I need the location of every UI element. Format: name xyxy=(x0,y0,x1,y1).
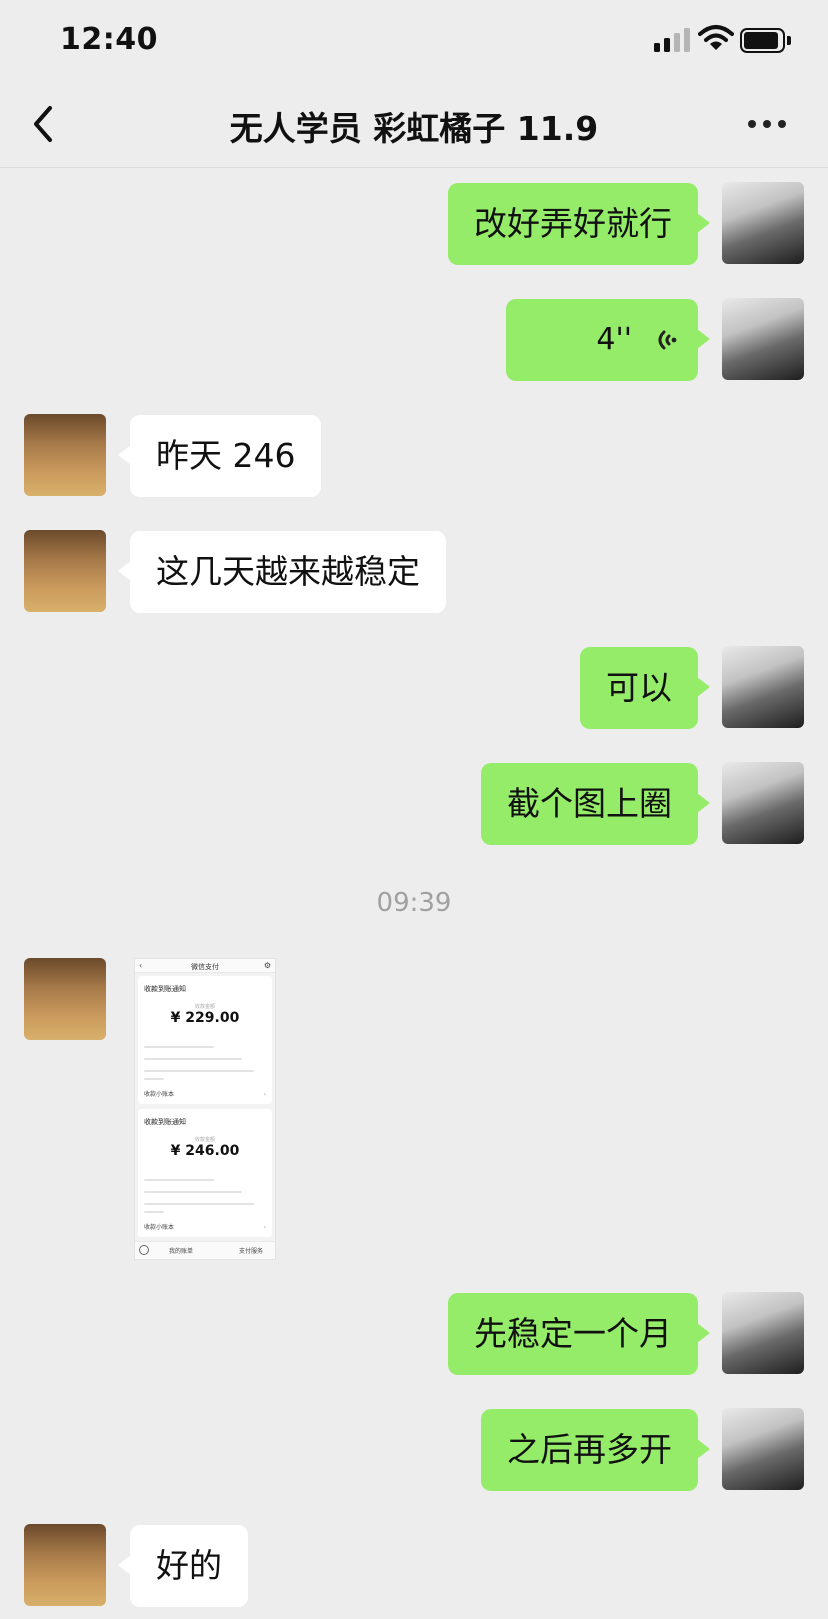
status-time: 12:40 xyxy=(60,22,158,57)
card-footer: 收款小账本 xyxy=(144,1091,175,1098)
message-row: 之后再多开 xyxy=(0,1408,828,1492)
message-row: 昨天 246 xyxy=(0,414,828,498)
avatar-contact[interactable] xyxy=(24,530,106,612)
image-message[interactable]: ‹ 微信支付 ⚙ 收款到账通知 收款金额 ¥ 229.00 收款小账本 › 收款… xyxy=(134,958,276,1260)
bottom-right-label: 支付服务 xyxy=(238,1248,263,1255)
message-bubble[interactable]: 改好弄好就行 xyxy=(448,183,710,265)
payment-card: 收款到账通知 收款金额 ¥ 229.00 收款小账本 › xyxy=(138,976,272,1104)
cellular-signal-icon xyxy=(654,28,690,52)
menu-icon xyxy=(139,1245,149,1255)
status-bar: 12:40 xyxy=(0,0,828,82)
avatar-contact[interactable] xyxy=(24,958,106,1040)
message-row: 4'' xyxy=(0,298,828,382)
payment-card: 收款到账通知 收款金额 ¥ 246.00 收款小账本 › xyxy=(138,1109,272,1237)
card-sublabel: 收款金额 xyxy=(194,1137,215,1143)
message-row: 这几天越来越稳定 xyxy=(0,530,828,614)
card-heading: 收款到账通知 xyxy=(144,985,186,993)
avatar-self[interactable] xyxy=(722,298,804,380)
card-amount: ¥ 229.00 xyxy=(170,1010,240,1026)
avatar-self[interactable] xyxy=(722,1408,804,1490)
message-bubble[interactable]: 截个图上圈 xyxy=(481,763,710,845)
message-row xyxy=(0,958,828,1042)
bottom-left-label: 我的账单 xyxy=(169,1248,194,1255)
avatar-self[interactable] xyxy=(722,1292,804,1374)
chevron-right-icon: › xyxy=(263,1224,266,1231)
message-row: 改好弄好就行 xyxy=(0,182,828,266)
message-bubble[interactable]: 这几天越来越稳定 xyxy=(118,531,446,613)
avatar-contact[interactable] xyxy=(24,414,106,496)
message-bubble[interactable]: 先稳定一个月 xyxy=(448,1293,710,1375)
message-row: 好的 xyxy=(0,1524,828,1608)
message-bubble[interactable]: 可以 xyxy=(580,647,710,729)
voice-message-bubble[interactable]: 4'' xyxy=(506,299,710,381)
avatar-self[interactable] xyxy=(722,762,804,844)
card-amount: ¥ 246.00 xyxy=(170,1143,240,1159)
voice-duration: 4'' xyxy=(596,322,632,357)
avatar-contact[interactable] xyxy=(24,1524,106,1606)
message-row: 先稳定一个月 xyxy=(0,1292,828,1376)
card-heading: 收款到账通知 xyxy=(144,1118,186,1126)
card-sublabel: 收款金额 xyxy=(194,1004,215,1010)
screenshot-bottom-bar: 我的账单 支付服务 xyxy=(135,1241,275,1259)
chat-title: 无人学员 彩虹橘子 11.9 xyxy=(229,109,599,148)
chat-header: 无人学员 彩虹橘子 11.9 xyxy=(0,82,828,168)
message-row: 截个图上圈 xyxy=(0,762,828,846)
gear-icon: ⚙ xyxy=(263,961,271,970)
card-footer: 收款小账本 xyxy=(144,1224,175,1231)
message-bubble[interactable]: 昨天 246 xyxy=(117,415,322,497)
time-separator: 09:39 xyxy=(376,888,452,918)
message-bubble[interactable]: 好的 xyxy=(118,1525,248,1607)
message-row: 可以 xyxy=(0,646,828,730)
avatar-self[interactable] xyxy=(722,182,804,264)
battery-icon xyxy=(740,28,792,53)
wifi-icon xyxy=(698,25,734,50)
voice-wave-icon xyxy=(658,330,677,350)
avatar-self[interactable] xyxy=(722,646,804,728)
screenshot-header: ‹ 微信支付 ⚙ xyxy=(135,959,275,973)
more-dots-icon[interactable] xyxy=(748,120,788,130)
screenshot-title: 微信支付 xyxy=(191,963,219,971)
chevron-right-icon: › xyxy=(263,1091,266,1098)
message-bubble[interactable]: 之后再多开 xyxy=(481,1409,710,1491)
